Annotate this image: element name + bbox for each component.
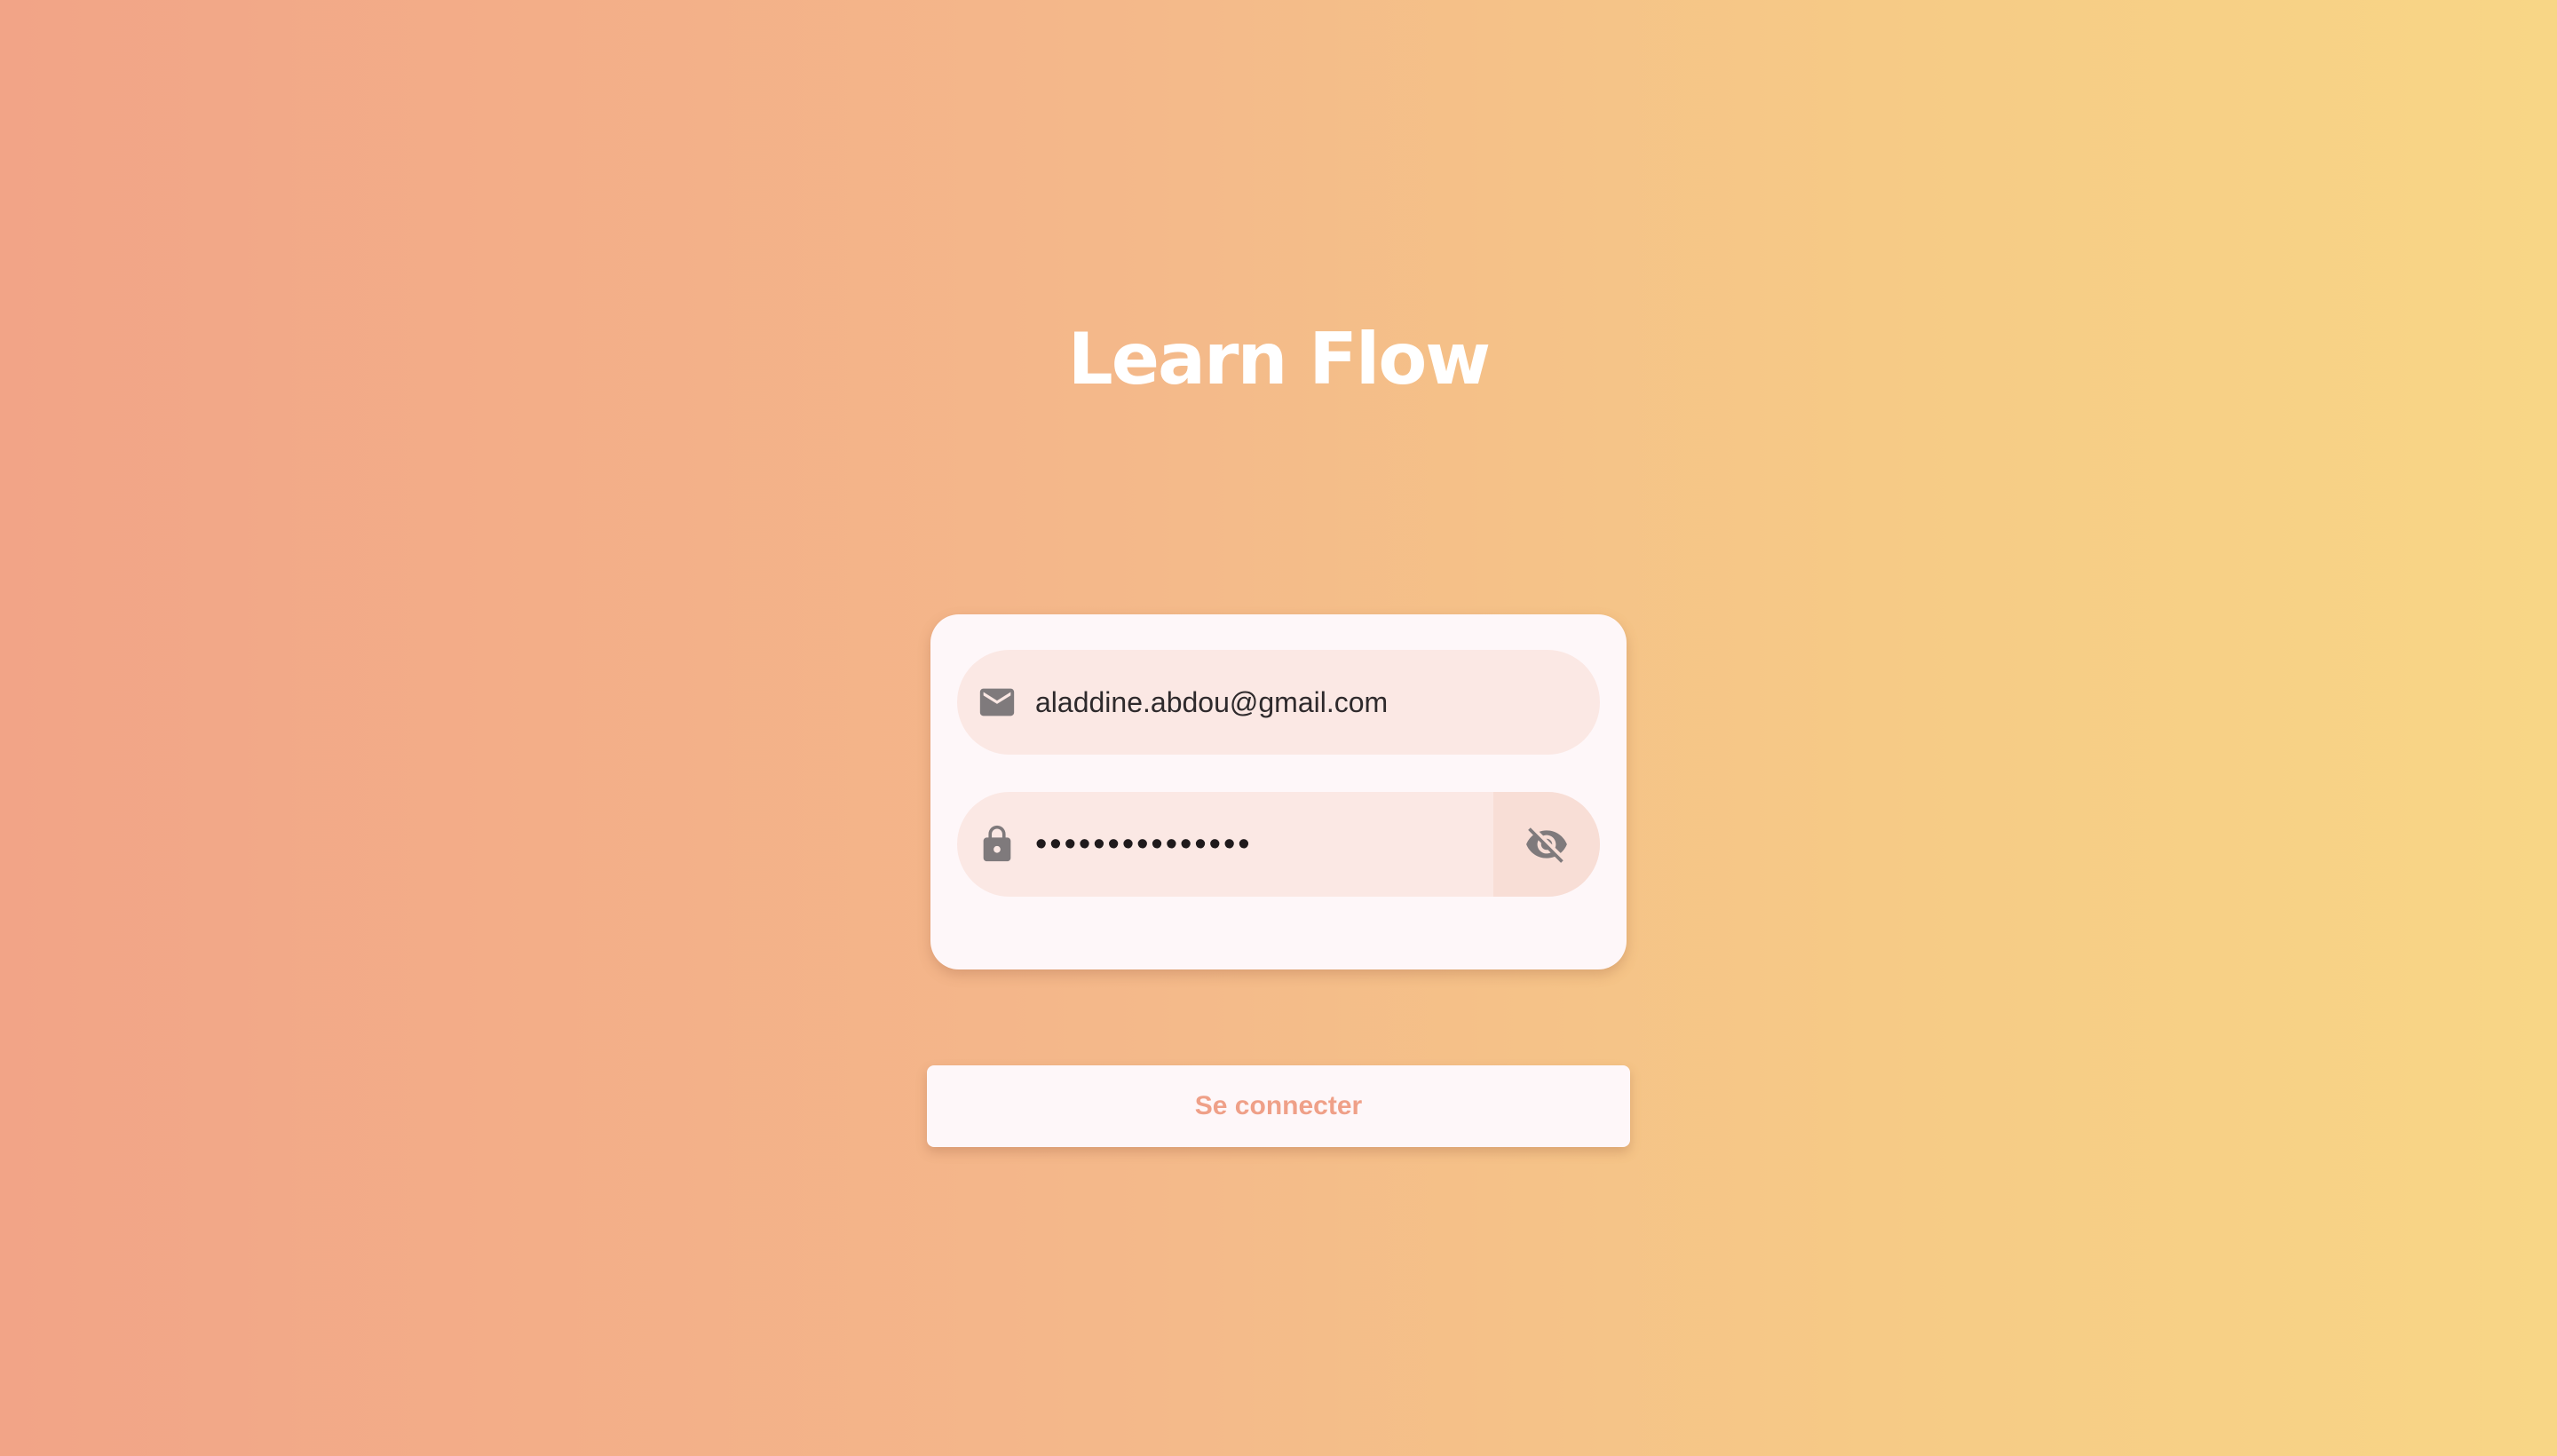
login-card [930,614,1627,969]
email-field[interactable] [957,650,1600,755]
email-input[interactable] [1035,650,1532,755]
login-button[interactable]: Se connecter [927,1065,1630,1147]
password-visibility-toggle[interactable] [1493,792,1600,897]
app-title: Learn Flow [1067,318,1491,400]
mail-icon [977,682,1017,723]
login-screen: Learn Flow Se connecter [0,0,2557,1456]
lock-icon [977,824,1017,865]
eye-off-icon [1524,822,1569,866]
password-field[interactable] [957,792,1600,897]
password-input[interactable] [1035,792,1479,897]
